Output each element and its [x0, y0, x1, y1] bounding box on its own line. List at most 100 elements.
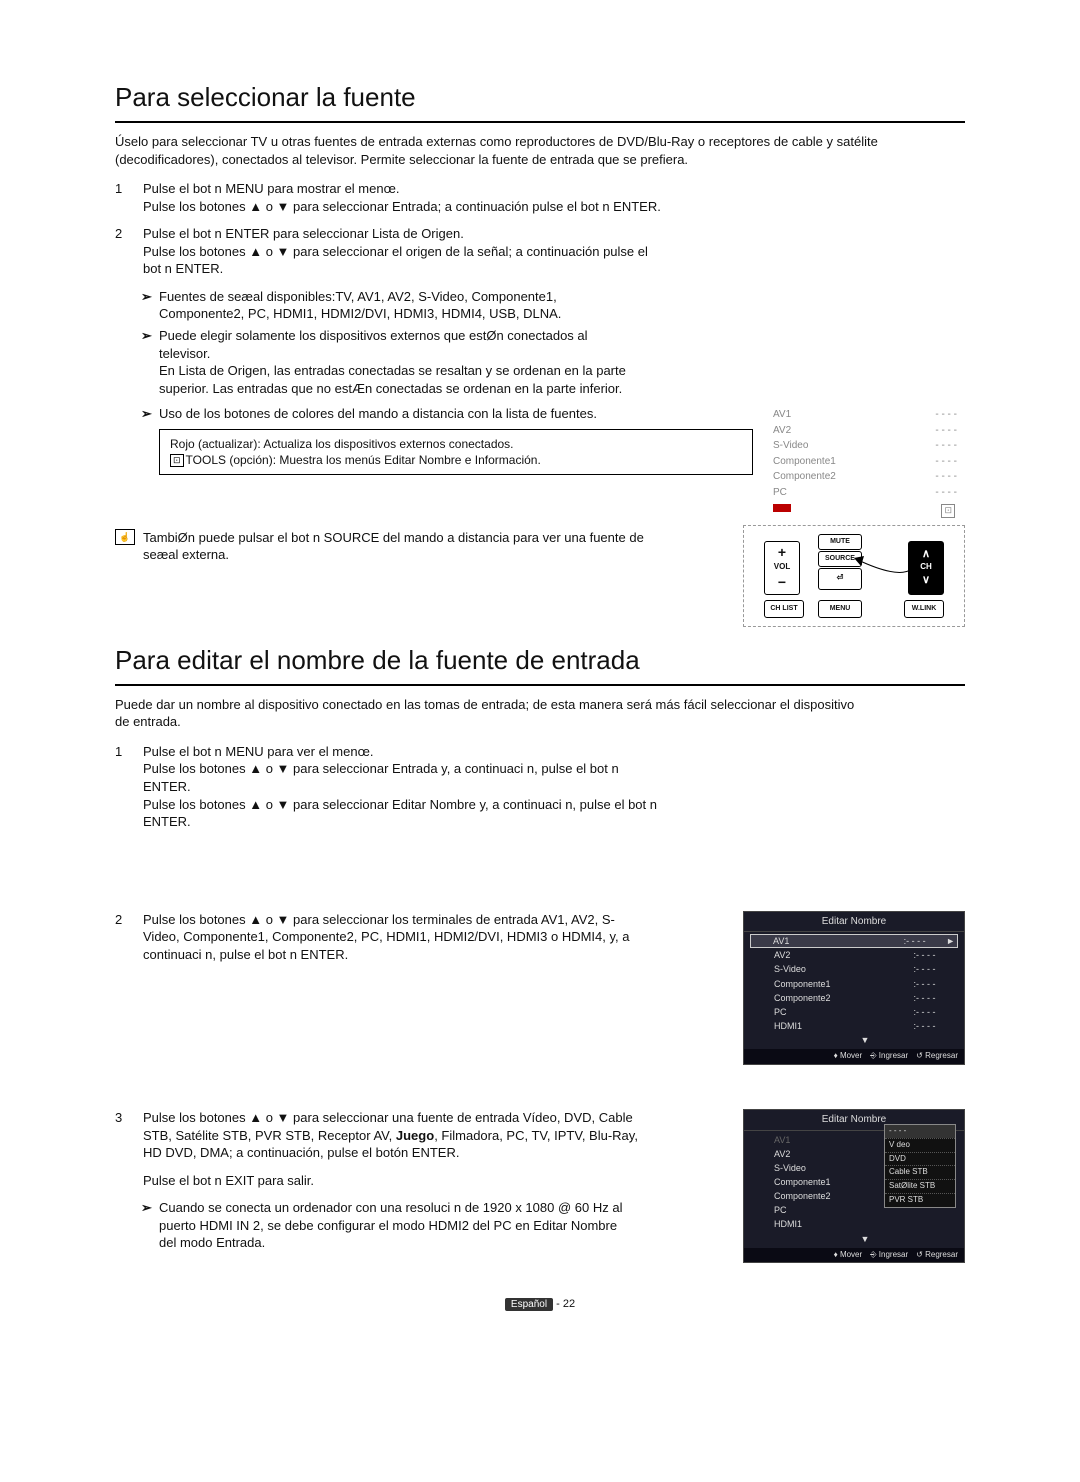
- footer-lang: Español: [505, 1298, 553, 1311]
- bullet-icon: ➢: [141, 288, 159, 323]
- popup-item: PVR STB: [885, 1193, 955, 1207]
- osd-footer-ingresar: Ingresar: [879, 1051, 908, 1060]
- s1-sub2-text: Puede elegir solamente los dispositivos …: [159, 327, 629, 362]
- osd-row-label: HDMI1: [774, 1020, 913, 1032]
- step-num: 1: [115, 743, 143, 831]
- osd-footer-mover: Mover: [840, 1250, 862, 1259]
- bullet-icon: ➢: [141, 1199, 159, 1252]
- note-line1: Rojo (actualizar): Actualiza los disposi…: [170, 436, 742, 452]
- osd-value: - - - -: [935, 486, 957, 500]
- source-list-osd: AV1 - - - - AV2 - - - - S-Video - - - - Com…: [765, 401, 965, 525]
- s1-sub1-text: Fuentes de seæal disponibles:TV, AV1, AV…: [159, 288, 629, 323]
- osd-value: - - - -: [935, 408, 957, 422]
- s2-step1: 1 Pulse el bot n MENU para ver el menœ. …: [115, 743, 965, 831]
- osd-value: - - - -: [935, 470, 957, 484]
- s2-step1-l1: Pulse el bot n MENU para ver el menœ.: [143, 743, 663, 761]
- popup-item: V deo: [885, 1138, 955, 1152]
- section2-heading: Para editar el nombre de la fuente de en…: [115, 643, 965, 680]
- section2-intro: Puede dar un nombre al dispositivo conec…: [115, 696, 855, 731]
- osd-row-label: PC: [774, 1006, 913, 1018]
- osd-row-val: - - - -: [916, 978, 956, 990]
- edit-name-osd-1: Editar Nombre AV1:- - - -► AV2:- - - - S…: [743, 911, 965, 1065]
- s1-step2-line1: Pulse el bot n ENTER para seleccionar Li…: [143, 225, 965, 243]
- s2-step1-l2: Pulse los botones ▲ o ▼ para seleccionar…: [143, 760, 663, 795]
- osd-row-label: AV1: [773, 935, 904, 947]
- remote-menu-button: MENU: [818, 600, 862, 618]
- note-line2: TOOLS (opción): Muestra los menús Editar…: [186, 453, 541, 467]
- s1-step2: 2 Pulse el bot n ENTER para seleccionar …: [115, 225, 965, 278]
- s1-sub1: ➢ Fuentes de seæal disponibles:TV, AV1, …: [141, 288, 965, 323]
- osd-footer-mover: Mover: [840, 1051, 862, 1060]
- s1-step1: 1 Pulse el bot n MENU para mostrar el me…: [115, 180, 965, 215]
- osd-row-val: - - - -: [916, 1006, 956, 1018]
- remote-tip: ☝ TambiØn puede pulsar el bot n SOURCE d…: [115, 529, 731, 564]
- s1-sub3: ➢ Uso de los botones de colores del mand…: [141, 405, 753, 423]
- tools-icon: ⊡: [170, 454, 184, 467]
- section1-intro: Úselo para seleccionar TV u otras fuente…: [115, 133, 965, 168]
- s2-step3: 3 Pulse los botones ▲ o ▼ para seleccion…: [115, 1109, 731, 1189]
- bullet-icon: ➢: [141, 327, 159, 397]
- remote-icon: ☝: [115, 529, 135, 545]
- s2-sub1: ➢ Cuando se conecta un ordenador con una…: [141, 1199, 731, 1252]
- section1-heading: Para seleccionar la fuente: [115, 80, 965, 117]
- step-num: 2: [115, 225, 143, 278]
- step-num: 2: [115, 911, 143, 964]
- popup-item: SatØlite STB: [885, 1179, 955, 1193]
- osd-row-label: AV2: [774, 949, 913, 961]
- osd-value: - - - -: [935, 455, 957, 469]
- osd-row-label: HDMI1: [774, 1218, 956, 1230]
- callout-arrow-icon: [848, 538, 928, 598]
- osd-item: PC: [773, 486, 787, 500]
- s2-step2-body: Pulse los botones ▲ o ▼ para seleccionar…: [143, 911, 643, 964]
- s1-sub2: ➢ Puede elegir solamente los dispositivo…: [141, 327, 965, 397]
- osd-footer-ingresar: Ingresar: [879, 1250, 908, 1259]
- page-footer: Español - 22: [115, 1297, 965, 1312]
- footer-page: 22: [563, 1298, 575, 1310]
- osd-value: - - - -: [935, 439, 957, 453]
- osd-item: Componente1: [773, 455, 836, 469]
- osd-item: Componente2: [773, 470, 836, 484]
- s1-step1-line1: Pulse el bot n MENU para mostrar el menœ…: [143, 180, 965, 198]
- osd-item: AV2: [773, 424, 791, 438]
- osd-item: AV1: [773, 408, 791, 422]
- rule: [115, 121, 965, 123]
- osd-more-icon: ▼: [861, 1233, 870, 1245]
- s2-step3-l2: Pulse el bot n EXIT para salir.: [143, 1172, 643, 1190]
- s2-step1-l3: Pulse los botones ▲ o ▼ para seleccionar…: [143, 796, 663, 831]
- osd-row-val: - - - -: [906, 935, 946, 947]
- osd-caret-icon: ►: [946, 935, 955, 947]
- s2-step3-l1: Pulse los botones ▲ o ▼ para seleccionar…: [143, 1109, 643, 1162]
- remote-vol-label: VOL: [774, 562, 790, 573]
- s1-sub2b-text: En Lista de Origen, las entradas conecta…: [159, 362, 629, 397]
- remote-tip-text: TambiØn puede pulsar el bot n SOURCE del…: [143, 529, 648, 564]
- tools-icon: ⊡: [941, 504, 955, 518]
- edit-name-osd-2: Editar Nombre AV1 AV2 S-Video Componente…: [743, 1109, 965, 1263]
- osd-row-val: - - - -: [916, 992, 956, 1004]
- osd-footer-regresar: Regresar: [925, 1051, 958, 1060]
- remote-chlist-button: CH LIST: [764, 600, 804, 618]
- osd-item: S-Video: [773, 439, 808, 453]
- red-color-key-icon: [773, 504, 791, 512]
- osd-row-label: Componente1: [774, 978, 913, 990]
- osd-row-val: - - - -: [916, 949, 956, 961]
- osd-row-label: S-Video: [774, 963, 913, 975]
- osd-more-icon: ▼: [861, 1034, 870, 1046]
- remote-wlink-button: W.LINK: [904, 600, 944, 618]
- osd-value: - - - -: [935, 424, 957, 438]
- step-num: 1: [115, 180, 143, 215]
- s2-step2: 2 Pulse los botones ▲ o ▼ para seleccion…: [115, 911, 731, 964]
- s1-step2-line2: Pulse los botones ▲ o ▼ para seleccionar…: [143, 243, 663, 278]
- s1-step1-line2: Pulse los botones ▲ o ▼ para seleccionar…: [143, 198, 965, 216]
- popup-item: - - - -: [885, 1125, 955, 1138]
- osd-row-val: - - - -: [916, 963, 956, 975]
- osd-title: Editar Nombre: [744, 912, 964, 933]
- remote-diagram: + VOL − MUTE SOURCE ⏎ ∧ CH ∨ CH LIST MEN…: [743, 525, 965, 627]
- osd-row-label: Componente2: [774, 992, 913, 1004]
- osd-popup-list: - - - - V deo DVD Cable STB SatØlite STB…: [884, 1124, 956, 1208]
- rule: [115, 684, 965, 686]
- step-num: 3: [115, 1109, 143, 1189]
- note-box: Rojo (actualizar): Actualiza los disposi…: [159, 429, 753, 475]
- osd-footer-regresar: Regresar: [925, 1250, 958, 1259]
- s2-sub1-text: Cuando se conecta un ordenador con una r…: [159, 1199, 629, 1252]
- bullet-icon: ➢: [141, 405, 159, 423]
